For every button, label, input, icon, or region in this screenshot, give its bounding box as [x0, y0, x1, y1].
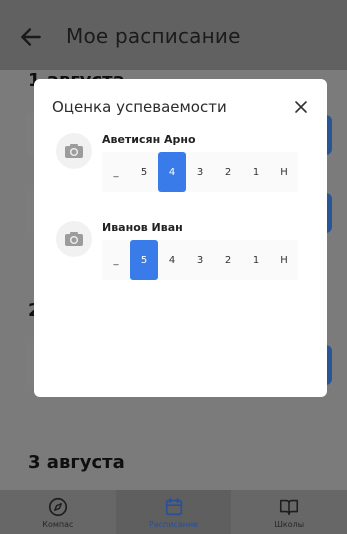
- grade-option-2[interactable]: 2: [214, 240, 242, 280]
- student-name: Иванов Иван: [102, 221, 183, 234]
- grade-option-1[interactable]: 1: [242, 240, 270, 280]
- camera-icon: [65, 232, 83, 246]
- camera-icon: [65, 144, 83, 158]
- grade-option-4[interactable]: 4: [158, 240, 186, 280]
- grade-option-absent[interactable]: Н: [270, 240, 298, 280]
- grade-option-none[interactable]: _: [102, 240, 130, 280]
- grade-option-5[interactable]: 5: [130, 152, 158, 192]
- grade-option-none[interactable]: _: [102, 152, 130, 192]
- grade-option-absent[interactable]: Н: [270, 152, 298, 192]
- student-row: Аветисян Арно _ 5 4 3 2 1 Н: [56, 133, 306, 195]
- grade-selector: _ 5 4 3 2 1 Н: [102, 240, 298, 280]
- grade-option-2[interactable]: 2: [214, 152, 242, 192]
- close-icon[interactable]: [293, 99, 309, 115]
- grade-option-4[interactable]: 4: [158, 152, 186, 192]
- student-name: Аветисян Арно: [102, 133, 196, 146]
- dialog-title: Оценка успеваемости: [52, 98, 227, 116]
- grade-option-3[interactable]: 3: [186, 152, 214, 192]
- avatar: [56, 133, 92, 169]
- grade-option-5[interactable]: 5: [130, 240, 158, 280]
- student-row: Иванов Иван _ 5 4 3 2 1 Н: [56, 221, 306, 283]
- grade-option-3[interactable]: 3: [186, 240, 214, 280]
- grade-option-1[interactable]: 1: [242, 152, 270, 192]
- grade-selector: _ 5 4 3 2 1 Н: [102, 152, 298, 192]
- avatar: [56, 221, 92, 257]
- grade-dialog: Оценка успеваемости Аветисян Арно _ 5 4 …: [34, 79, 327, 397]
